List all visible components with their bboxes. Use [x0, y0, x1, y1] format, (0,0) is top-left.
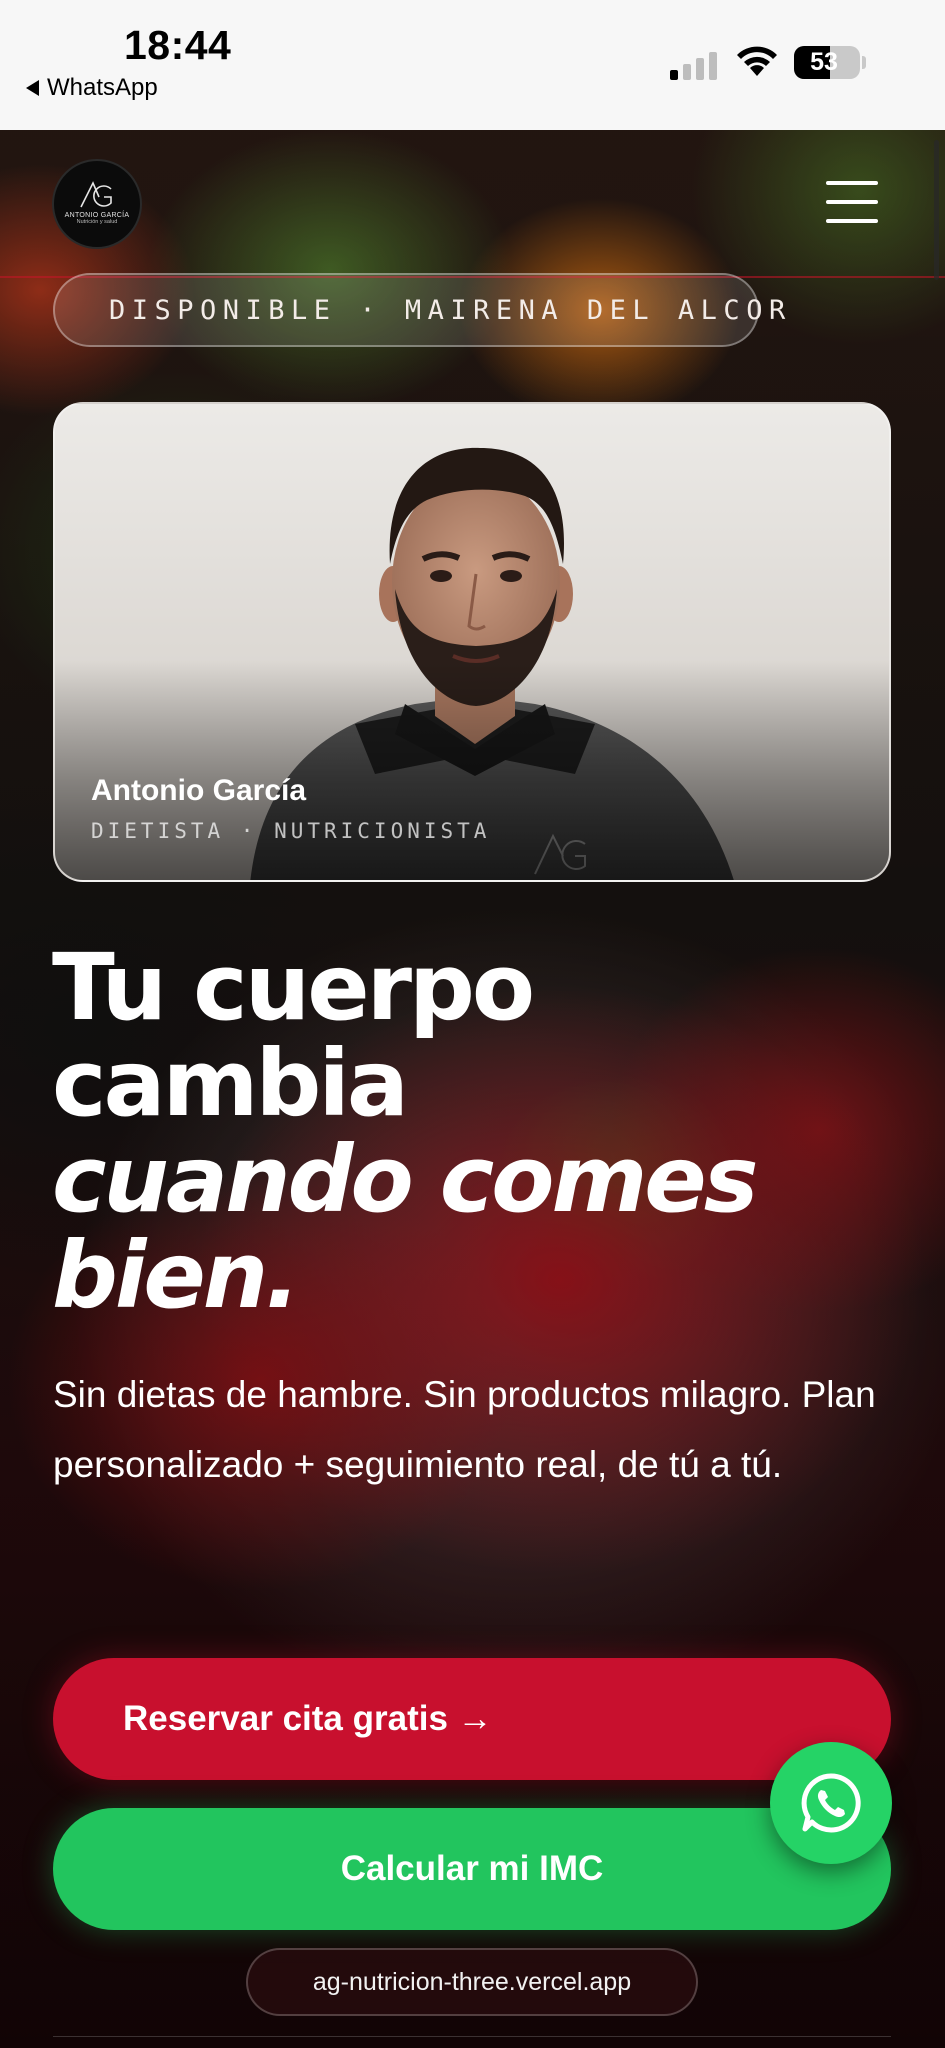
whatsapp-icon	[801, 1773, 861, 1833]
headline-line-2: cambia	[52, 1030, 409, 1137]
hero-subtitle: Sin dietas de hambre. Sin productos mila…	[53, 1374, 876, 1485]
card-gradient-overlay	[55, 660, 889, 880]
brand-logo[interactable]: ANTONIO GARCÍA Nutrición y salud	[52, 159, 142, 249]
back-app-label: WhatsApp	[47, 74, 158, 101]
ag-monogram-icon	[80, 181, 112, 208]
headline-italic-line-2: bien.	[52, 1222, 300, 1329]
back-to-app-link[interactable]: WhatsApp	[26, 74, 158, 102]
status-time: 18:44	[124, 22, 232, 68]
browser-url-bar[interactable]: ag-nutricion-three.vercel.app	[246, 1948, 698, 2016]
logo-name: ANTONIO GARCÍA	[64, 212, 130, 219]
availability-text: DISPONIBLE · MAIRENA DEL ALCOR	[109, 294, 792, 326]
signal-icon	[670, 48, 720, 80]
availability-badge: DISPONIBLE · MAIRENA DEL ALCOR	[53, 273, 785, 347]
calculate-bmi-button[interactable]: Calcular mi IMC	[53, 1808, 891, 1930]
scrollbar[interactable]	[934, 140, 939, 280]
profile-card: Antonio García DIETISTA · NUTRICIONISTA	[53, 402, 891, 882]
logo-subtitle: Nutrición y salud	[76, 219, 118, 225]
section-divider	[53, 2036, 891, 2037]
hamburger-menu-icon[interactable]	[826, 178, 878, 226]
profile-name: Antonio García	[91, 774, 307, 807]
headline-line-1: Tu cuerpo	[52, 934, 535, 1041]
headline-italic-line-1: cuando comes	[52, 1126, 758, 1233]
status-bar: 18:44 WhatsApp 53	[0, 0, 945, 130]
battery-level: 53	[810, 48, 838, 76]
battery-icon: 53	[794, 46, 860, 79]
book-appointment-button[interactable]: Reservar cita gratis →	[53, 1658, 891, 1780]
whatsapp-fab-button[interactable]	[770, 1742, 892, 1864]
profile-role: DIETISTA · NUTRICIONISTA	[91, 819, 491, 843]
hero-headline: Tu cuerpo cambia cuando comes bien.	[52, 940, 912, 1324]
wifi-icon	[737, 46, 777, 76]
back-arrow-icon	[26, 80, 39, 96]
battery-cap	[862, 56, 866, 69]
